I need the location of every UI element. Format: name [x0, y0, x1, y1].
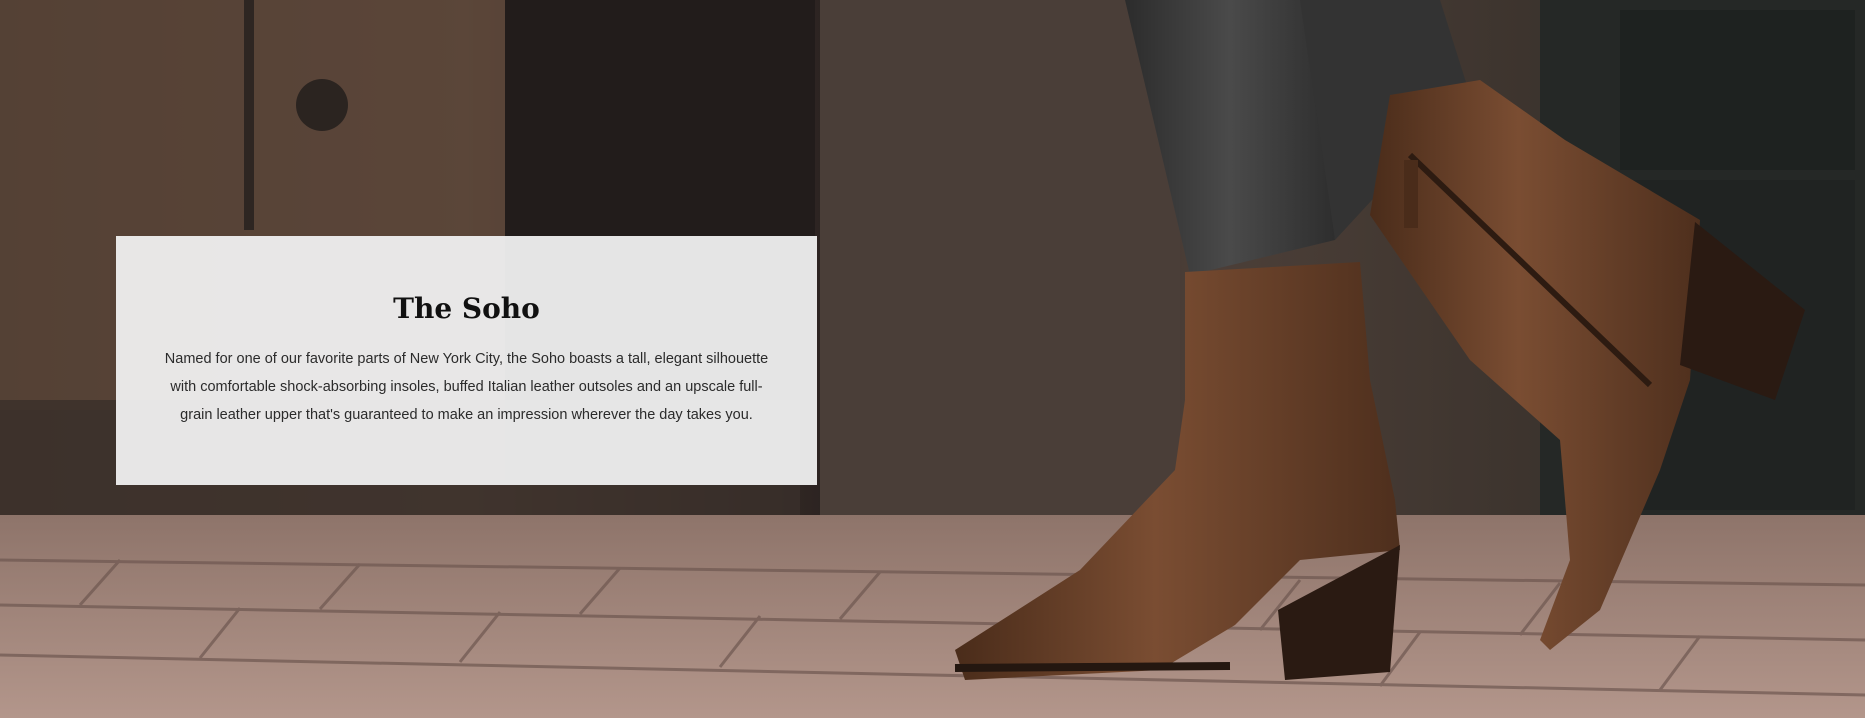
hero-banner: The Soho Named for one of our favorite p… — [0, 0, 1865, 718]
product-description: Named for one of our favorite parts of N… — [164, 351, 769, 423]
product-info-card: The Soho Named for one of our favorite p… — [116, 236, 817, 485]
door-knob — [296, 79, 348, 131]
product-title: The Soho — [393, 292, 540, 325]
